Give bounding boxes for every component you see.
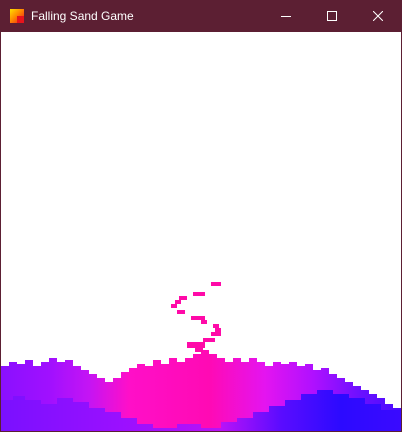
- sand-grain: [211, 282, 221, 286]
- minimize-button[interactable]: [263, 1, 309, 32]
- sand-grain: [171, 304, 177, 308]
- sand-grain: [203, 338, 215, 342]
- sand-grain: [177, 310, 185, 314]
- sand-canvas[interactable]: [1, 32, 401, 431]
- maximize-button[interactable]: [309, 1, 355, 32]
- sand-app-icon: [10, 9, 24, 23]
- maximize-icon: [327, 11, 337, 21]
- close-button[interactable]: [355, 1, 401, 32]
- sand-grid: [1, 282, 401, 431]
- sand-grain: [211, 332, 221, 336]
- title-bar[interactable]: Falling Sand Game: [1, 1, 401, 32]
- sand-grain: [201, 320, 207, 324]
- sand-grain: [187, 342, 205, 348]
- close-icon: [373, 11, 383, 21]
- sand-grain: [213, 324, 219, 328]
- sand-grain: [193, 292, 205, 296]
- sand-grain: [215, 328, 221, 332]
- falling-sand-stream: [171, 282, 221, 352]
- app-window: Falling Sand Game: [0, 0, 402, 432]
- sand-grain: [191, 316, 205, 320]
- sand-grain: [175, 300, 181, 304]
- sand-grain: [179, 296, 187, 300]
- window-title: Falling Sand Game: [31, 9, 134, 23]
- sand-grain: [195, 348, 203, 352]
- minimize-icon: [281, 16, 291, 17]
